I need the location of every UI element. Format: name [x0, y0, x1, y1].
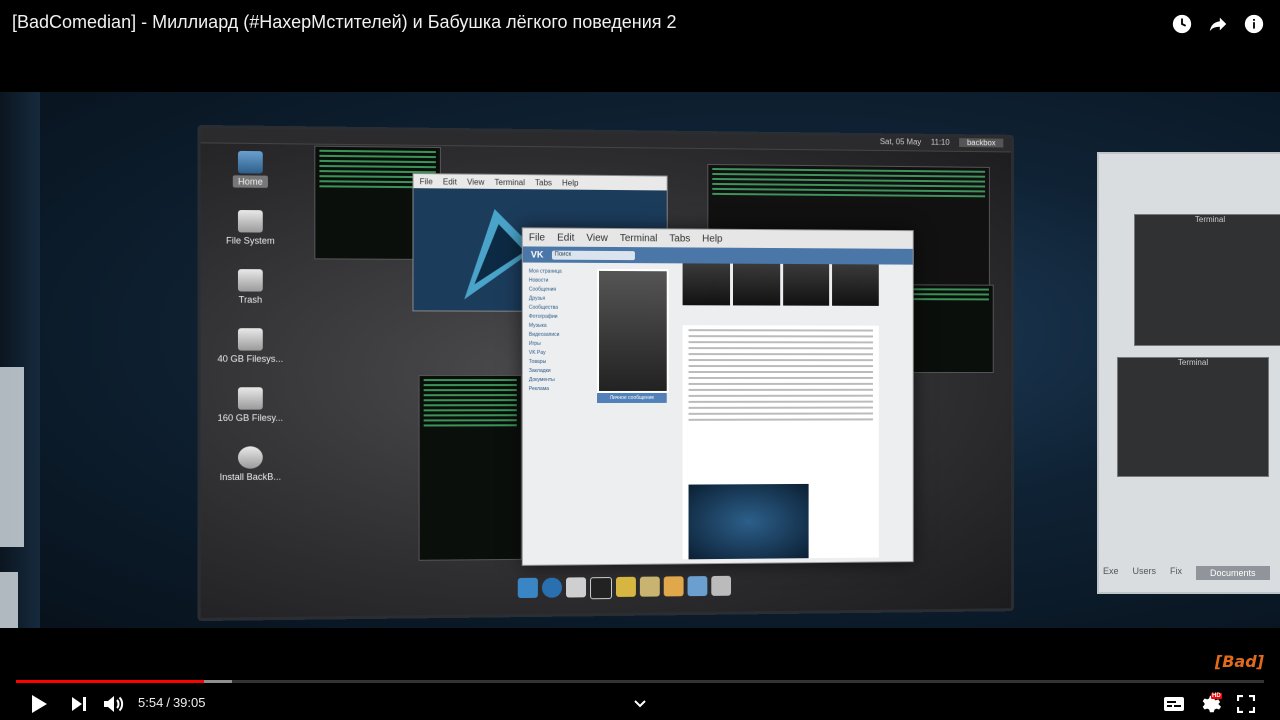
dock-broom-icon — [663, 576, 684, 597]
desktop: Sat, 05 May 11:10 backbox Home File Syst… — [200, 128, 1011, 618]
vk-search: Поиск — [551, 250, 635, 260]
terminal-title: Terminal — [1194, 215, 1226, 224]
menu-file: File — [528, 231, 546, 244]
vk-message-button: Личное сообщение — [597, 392, 667, 404]
desktop-icon-label: Install BackB... — [219, 471, 282, 483]
menu-terminal: Terminal — [619, 232, 658, 244]
dock-folder-icon — [687, 576, 708, 597]
menu-view: View — [586, 232, 608, 244]
vk-page: Моя страница Новости Сообщения Друзья Сообще… — [522, 262, 913, 565]
vk-logo: VK — [530, 249, 544, 260]
menu-edit: Edit — [557, 232, 575, 244]
vk-wall-post — [682, 325, 879, 560]
vk-sidebar: Моя страница Новости Сообщения Друзья Сообще… — [528, 268, 562, 393]
second-monitor: Terminal Terminal Exe Users Fix Document… — [1097, 152, 1280, 594]
watch-later-clock-icon[interactable] — [1170, 12, 1194, 36]
chevron-down-icon[interactable] — [627, 691, 653, 717]
desktop-icon-home: Home — [209, 150, 292, 188]
trash-icon — [237, 269, 263, 292]
desktop-icon-label: 160 GB Filesy... — [217, 412, 284, 423]
tab-exe: Exe — [1103, 566, 1119, 576]
share-icon[interactable] — [1206, 12, 1230, 36]
player-controls: 5:54/39:05 HD — [0, 688, 1280, 720]
wall-paper — [0, 572, 18, 628]
desktop-icon-install: Install BackB... — [209, 446, 292, 482]
current-time: 5:54 — [138, 695, 164, 710]
terminal-window: Terminal — [1117, 357, 1269, 477]
wall-left — [0, 92, 40, 628]
desktop-icon-label: Trash — [238, 294, 263, 305]
desktop-icon-160gb: 160 GB Filesy... — [209, 387, 292, 423]
desktop-icon-file-system: File System — [209, 209, 292, 246]
dock-terminal-icon — [590, 577, 613, 600]
desktop-icon-label: File System — [226, 235, 275, 246]
terminal-window — [903, 284, 994, 373]
install-disc-icon — [237, 446, 263, 469]
panel-date: Sat, 05 May — [879, 137, 922, 147]
duration: 39:05 — [172, 695, 206, 710]
desktop-icon-label: 40 GB Filesys... — [217, 353, 284, 364]
terminal-window — [418, 375, 522, 561]
vk-browser-window: File Edit View Terminal Tabs Help VK Пои… — [521, 227, 914, 566]
panel-host: backbox — [959, 138, 1004, 148]
drive-icon — [237, 387, 263, 410]
played-bar — [16, 680, 205, 683]
video-title-bar: [BadComedian] - Миллиард (#НахерМстителе… — [0, 0, 1280, 48]
dock-tool-icon — [639, 576, 660, 597]
monitor: Sat, 05 May 11:10 backbox Home File Syst… — [197, 124, 1014, 622]
next-button[interactable] — [66, 691, 92, 717]
terminal-window: Terminal — [1134, 214, 1280, 346]
settings-button[interactable]: HD — [1197, 691, 1223, 717]
dock-trash-icon — [711, 575, 732, 596]
dock-desktop-icon — [517, 577, 538, 599]
tab-users: Users — [1132, 566, 1157, 576]
vk-post-image — [688, 483, 809, 560]
desktop-icon-label: Home — [232, 175, 268, 188]
progress-bar[interactable] — [16, 680, 1264, 683]
vk-photo-strip — [682, 263, 879, 306]
time-display: 5:54/39:05 — [138, 695, 205, 710]
desktop-icon-40gb: 40 GB Filesys... — [209, 328, 292, 364]
panel-time: 11:10 — [930, 137, 950, 147]
drive-icon — [237, 328, 263, 351]
video-title[interactable]: [BadComedian] - Миллиард (#НахерМстителе… — [12, 12, 677, 33]
channel-watermark[interactable]: [Bad] — [1215, 652, 1264, 671]
desktop-icon-trash: Trash — [209, 269, 292, 305]
desktop-dock — [517, 575, 732, 600]
folder-home-icon — [237, 150, 263, 174]
menu-help: Help — [702, 233, 723, 245]
menu-tabs: Tabs — [669, 232, 691, 244]
subtitles-button[interactable] — [1161, 691, 1187, 717]
vk-profile-photo — [597, 268, 669, 394]
hd-badge: HD — [1211, 693, 1222, 699]
dock-files-icon — [566, 577, 587, 598]
video-frame[interactable]: Sat, 05 May 11:10 backbox Home File Syst… — [0, 92, 1280, 628]
info-icon[interactable] — [1242, 12, 1266, 36]
play-button[interactable] — [26, 691, 52, 717]
wall-paper — [0, 367, 24, 547]
tab-documents: Documents — [1196, 566, 1270, 580]
terminal-title: Terminal — [1177, 358, 1209, 367]
tab-fix: Fix — [1170, 566, 1183, 576]
dock-teapot-icon — [615, 576, 636, 597]
drive-icon — [237, 209, 263, 233]
dock-browser-icon — [541, 577, 562, 598]
time-separator: / — [166, 695, 170, 710]
fullscreen-button[interactable] — [1233, 691, 1259, 717]
volume-button[interactable] — [101, 691, 127, 717]
right-panel-tabs: Exe Users Fix Documents — [1103, 566, 1270, 580]
